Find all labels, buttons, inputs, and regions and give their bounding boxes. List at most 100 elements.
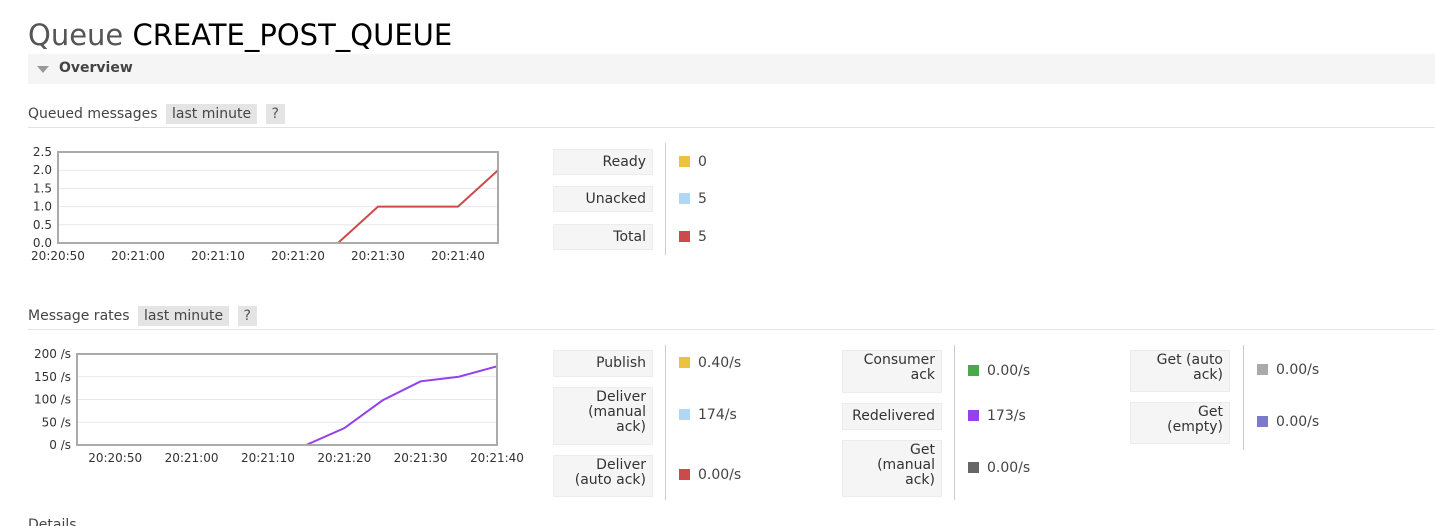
queued-help-button[interactable]: ? [265,104,285,124]
x-tick-label: 20:21:20 [317,451,371,465]
stat-value: 0 [679,154,707,170]
rates-range-selector[interactable]: last minute [138,306,230,326]
x-tick-label: 20:21:40 [431,249,485,263]
stat-label-line: ack [910,367,935,383]
y-tick-label: 1.5 [33,181,52,195]
legend-swatch [1257,416,1268,427]
x-tick-label: 20:21:30 [351,249,405,263]
column-divider [954,345,955,500]
x-tick-label: 20:21:30 [394,451,448,465]
stat-label-line: (manual [588,404,646,420]
stat-value: 5 [679,191,707,207]
details-section-label[interactable]: Details [28,517,77,526]
stat-value: 0.00/s [1257,414,1319,430]
x-tick-label: 20:20:50 [88,451,142,465]
y-tick-label: 150 /s [34,370,71,384]
legend-swatch [968,364,979,376]
stat-value: 0.00/s [679,467,741,483]
stat-label-get-auto-ack: Get (auto ack) [1130,350,1230,392]
stat-label-line: Redelivered [852,408,935,424]
stat-value: 0.00/s [968,363,1030,379]
series-line [77,365,498,446]
rates-help-button[interactable]: ? [237,306,257,326]
stat-label-line: (manual [877,457,935,473]
stat-label-line: Deliver [596,389,646,405]
y-tick-label: 2.5 [33,145,52,159]
legend-swatch [679,156,690,167]
stat-label-line: Deliver [596,457,646,473]
stat-value-text: 5 [698,229,707,245]
stat-value-text: 174/s [698,407,737,423]
legend-swatch [1257,364,1268,375]
stat-value-text: 0 [698,154,707,170]
queued-messages-title: Queued messages [28,106,158,122]
stat-value-text: 5 [698,191,707,207]
stat-value: 173/s [968,408,1026,424]
stat-label-line: Unacked [585,191,646,207]
column-divider [1243,345,1244,450]
stat-value: 0.00/s [1257,362,1319,378]
stat-label-redelivered: Redelivered [842,403,942,430]
stat-label-get-empty: Get (empty) [1130,402,1230,444]
stat-label-line: ack) [905,472,935,488]
legend-swatch [679,469,690,480]
legend-swatch [968,409,979,421]
stat-label-line: Total [613,229,646,245]
x-tick-label: 20:21:00 [111,249,165,263]
page-title: Queue CREATE_POST_QUEUE [28,18,452,52]
stat-label-deliver-auto-ack: Deliver (auto ack) [553,455,653,497]
y-tick-label: 50 /s [42,415,71,429]
stat-value-text: 0.00/s [1276,414,1320,430]
stat-label-ready: Ready [553,149,653,175]
stat-value: 0.00/s [968,460,1030,476]
stat-label-line: Get (auto [1156,352,1223,368]
x-tick-label: 20:21:00 [165,451,219,465]
stat-label-get-manual-ack: Get (manual ack) [842,440,942,497]
stat-value-text: 0.00/s [698,467,742,483]
message-rates-chart: 0 /s 50 /s 100 /s 150 /s 200 /s 20:20:50 20:21… [34,347,524,465]
legend-swatch [679,356,690,368]
y-tick-label: 100 /s [34,393,71,407]
y-tick-label: 0 /s [49,438,71,452]
queued-range-selector[interactable]: last minute [166,104,258,124]
y-tick-label: 0.0 [33,236,52,250]
divider [28,127,1435,128]
x-tick-label: 20:21:10 [191,249,245,263]
stat-label-line: (empty) [1167,419,1223,435]
stat-value: 5 [679,229,707,245]
stat-label-line: Publish [596,355,646,371]
chart-frame [57,151,499,244]
column-divider [665,143,666,255]
stat-label-unacked: Unacked [553,186,653,212]
stat-value-text: 0.00/s [987,362,1031,379]
stat-value-text: 173/s [987,407,1026,424]
stat-label-line: (auto ack) [574,472,646,488]
stat-value: 174/s [679,407,737,423]
y-tick-label: 200 /s [34,347,71,361]
x-tick-label: 20:21:10 [241,451,295,465]
legend-swatch [679,231,690,242]
stat-label-line: Get [910,442,935,458]
overview-section-label: Overview [59,60,133,76]
column-divider [665,345,666,500]
y-tick-label: 1.0 [33,200,52,214]
x-tick-label: 20:21:40 [470,451,524,465]
stat-label-line: ack) [1193,367,1223,383]
y-tick-label: 2.0 [33,163,52,177]
overview-section-toggle[interactable]: Overview [28,54,1435,84]
y-tick-label: 0.5 [33,218,52,232]
stat-label-consumer-ack: Consumer ack [842,350,942,393]
stat-label-line: Get [1198,404,1223,420]
stat-value-text: 0.40/s [698,354,742,371]
divider [28,329,1435,330]
stat-label-line: Consumer [863,352,935,368]
stat-value-text: 0.00/s [987,459,1031,476]
stat-label-line: Ready [602,154,646,170]
stat-value: 0.40/s [679,355,741,371]
legend-swatch [968,461,979,473]
collapse-triangle-icon [37,66,49,73]
stat-label-publish: Publish [553,350,653,377]
legend-swatch [679,193,690,204]
queued-messages-heading: Queued messages last minute ? [28,104,285,124]
message-rates-title: Message rates [28,308,130,324]
